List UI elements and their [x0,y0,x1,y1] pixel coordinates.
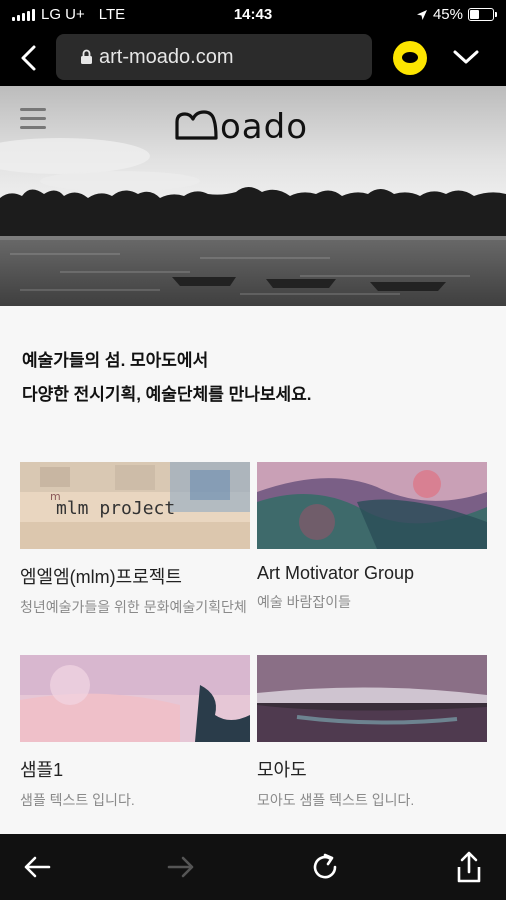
svg-text:oado: oado [220,107,308,144]
card-title[interactable]: 모아도 [257,756,487,782]
card-title[interactable]: Art Motivator Group [257,563,487,584]
mlm-thumb-text: mlm proJect [56,498,175,519]
menu-icon[interactable] [20,108,46,130]
share-icon[interactable] [454,850,484,884]
url-text: art-moado.com [99,45,234,68]
moado-logo[interactable]: oado [174,104,336,144]
card-thumbnail[interactable]: mlm proJect m [20,462,250,549]
card-mlm-project[interactable]: mlm proJect m 엠엘엠(mlm)프로젝트 청년예술가들을 위한 문화… [20,462,250,619]
card-thumbnail[interactable] [257,655,487,742]
card-thumbnail[interactable] [20,655,250,742]
card-moado[interactable]: 모아도 모아도 샘플 텍스트 입니다. [257,655,487,812]
intro-text: 예술가들의 섬. 모아도에서 다양한 전시기획, 예술단체를 만나보세요. [22,344,312,412]
card-subtitle: 샘플 텍스트 입니다. [20,792,135,808]
battery-fill [470,10,479,19]
card-title[interactable]: 엠엘엠(mlm)프로젝트 [20,563,250,589]
battery-percent: 45% [432,6,463,23]
card-title[interactable]: 샘플1 [20,756,250,782]
svg-text:m: m [50,490,61,503]
card-subtitle: 모아도 샘플 텍스트 입니다. [257,792,415,808]
forward-arrow-icon[interactable] [166,850,196,884]
back-arrow-icon[interactable] [22,850,52,884]
chevron-down-icon[interactable] [452,48,480,66]
kakao-talk-icon[interactable] [393,41,427,75]
lock-icon [81,49,92,64]
browser-bottom-toolbar [0,834,506,900]
back-chevron-icon[interactable] [14,42,44,74]
battery-icon [468,8,497,21]
card-subtitle: 예술 바람잡이들 [257,594,352,610]
card-sample-1[interactable]: 샘플1 샘플 텍스트 입니다. [20,655,250,812]
status-bar: LG U+ LTE 14:43 45% [0,0,506,30]
reload-icon[interactable] [309,850,341,884]
card-thumbnail[interactable] [257,462,487,549]
address-bar[interactable]: art-moado.com [56,34,372,80]
status-right: 45% [416,6,497,23]
intro-line-2: 다양한 전시기획, 예술단체를 만나보세요. [22,385,312,404]
card-subtitle: 청년예술가들을 위한 문화예술기획단체 [20,599,247,615]
card-art-motivator-group[interactable]: Art Motivator Group 예술 바람잡이들 [257,462,487,614]
location-arrow-icon [416,9,427,20]
intro-line-1: 예술가들의 섬. 모아도에서 [22,351,209,370]
browser-toolbar: art-moado.com [0,30,506,86]
